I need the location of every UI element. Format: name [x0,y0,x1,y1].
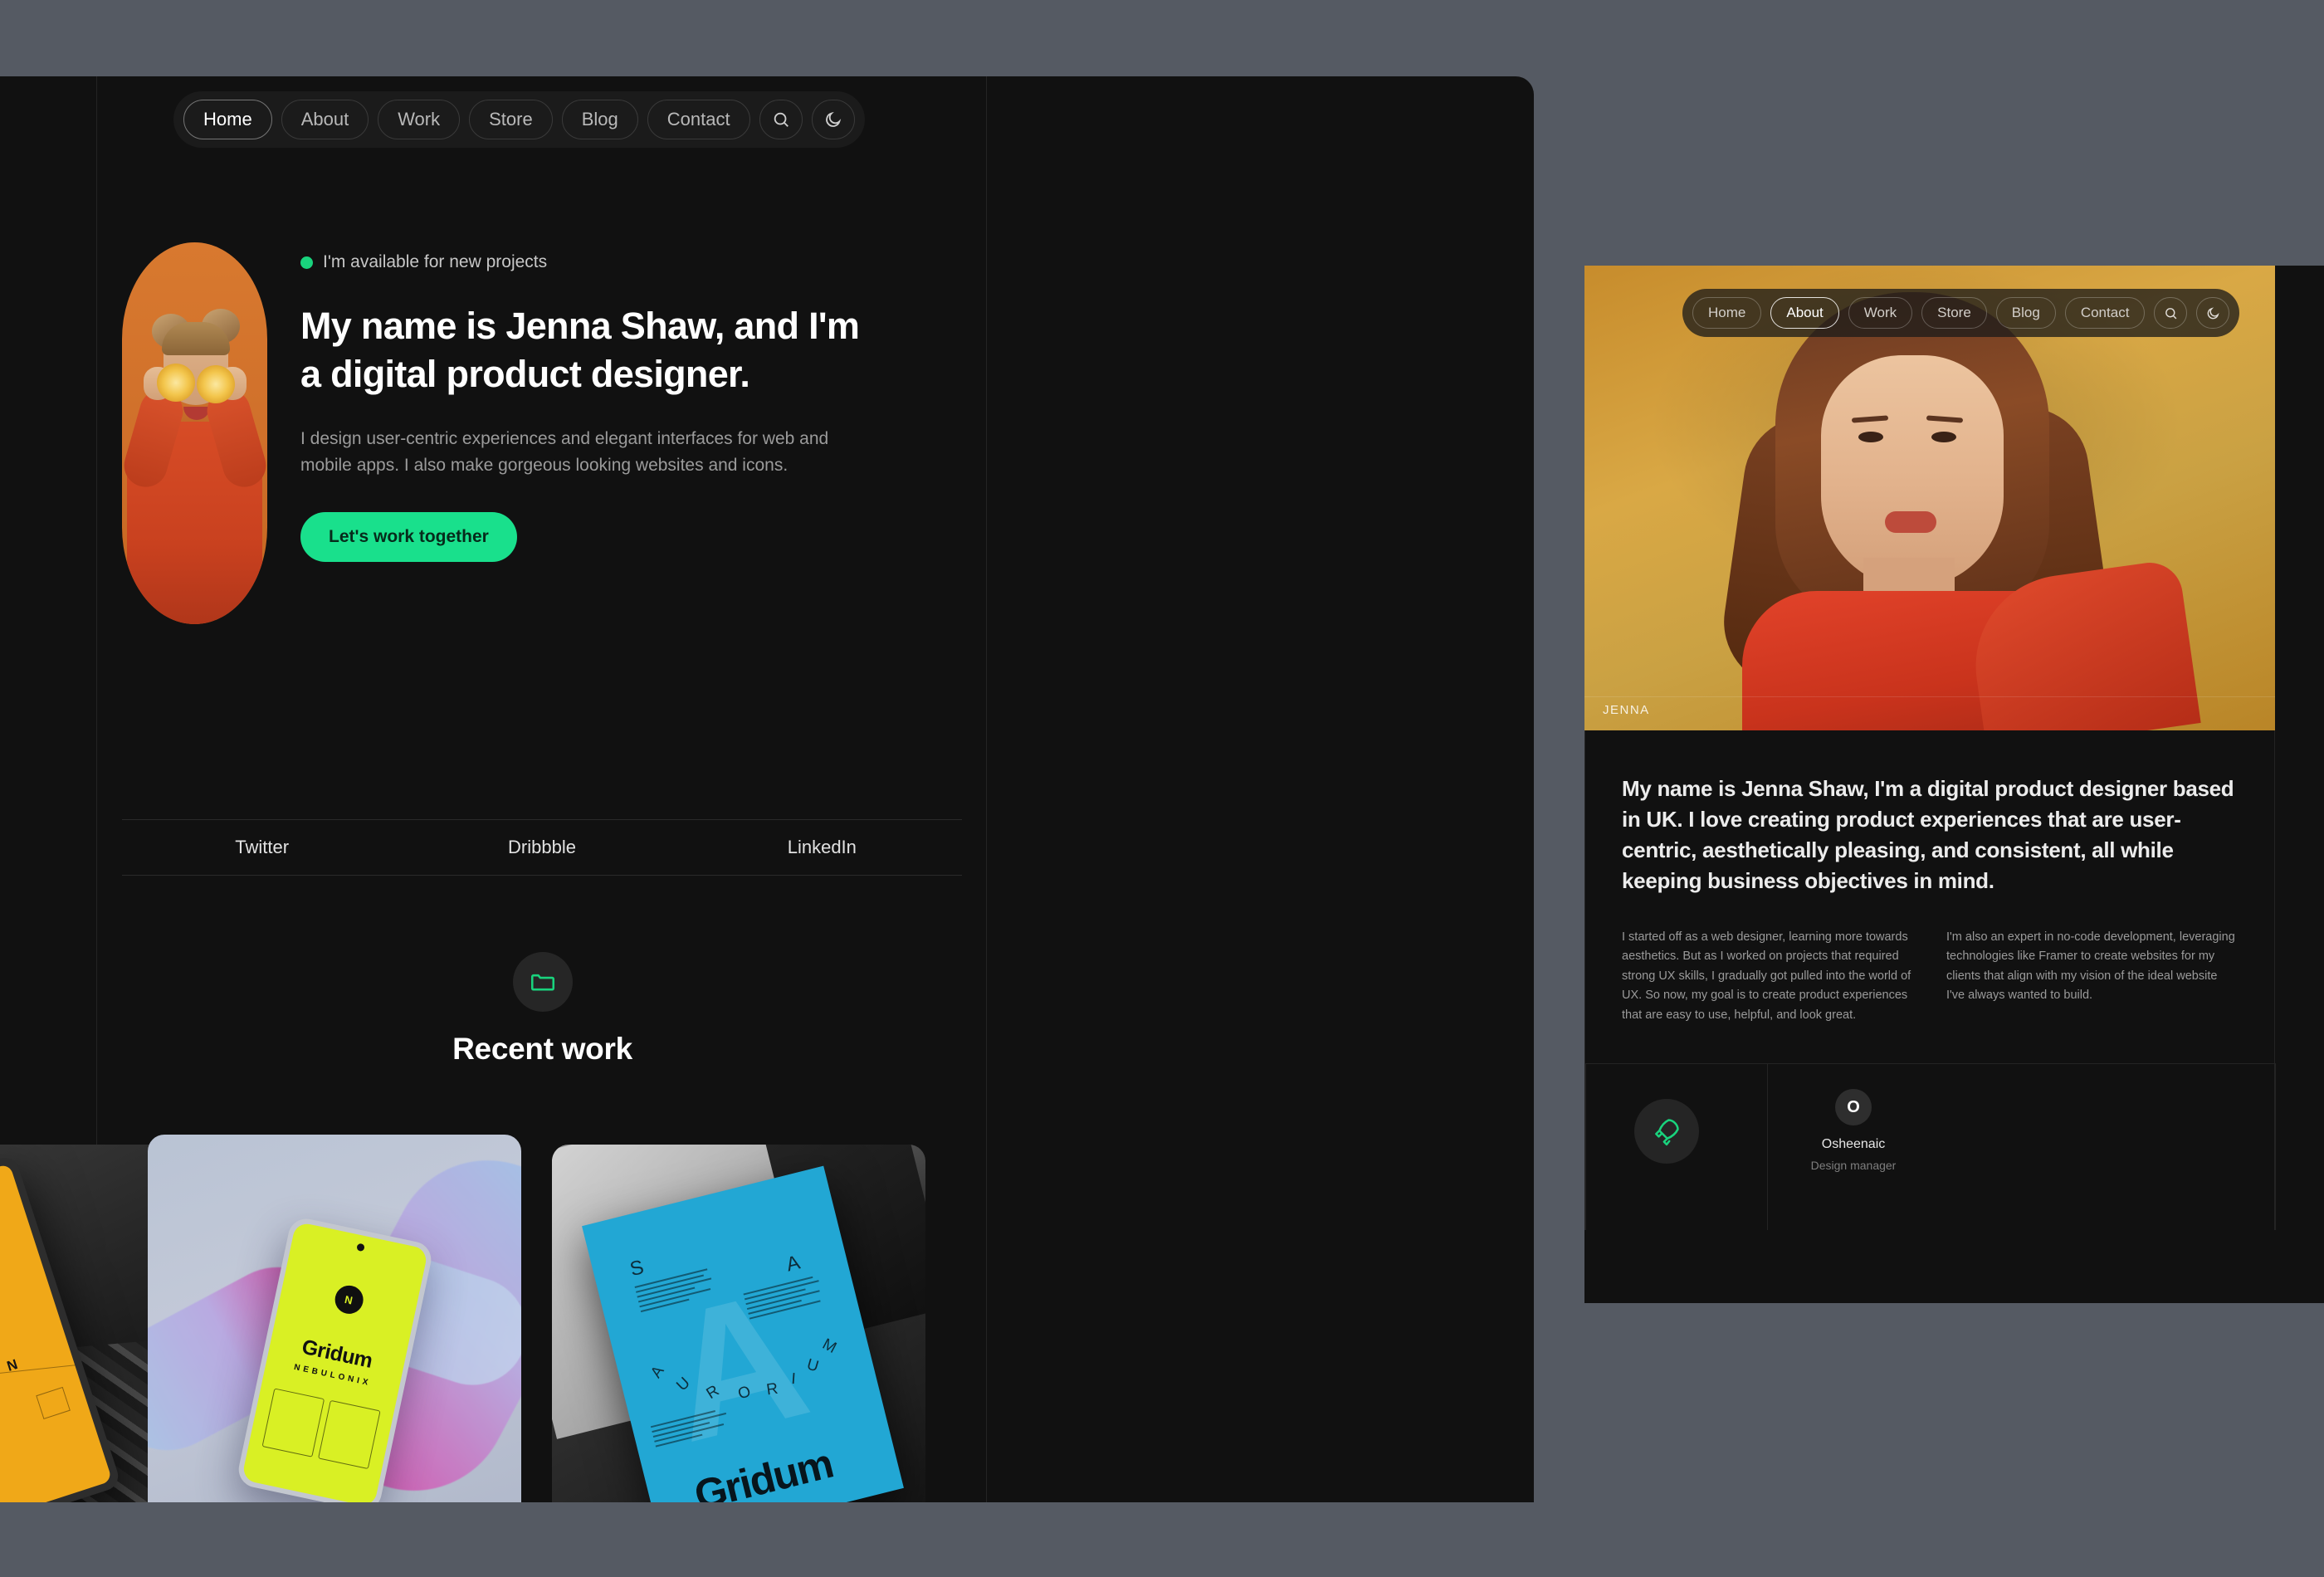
rocket-icon [1634,1099,1699,1164]
about-page: JENNA Home About Work Store Blog Contact [1584,266,2324,1303]
nav-item-blog[interactable]: Blog [561,100,638,139]
hero-description: I design user-centric experiences and el… [300,429,829,476]
about-nav-item-work[interactable]: Work [1848,297,1913,329]
social-link-twitter[interactable]: Twitter [122,820,402,875]
social-links: Twitter Dribbble LinkedIn [122,819,962,876]
poster-mark-s: S [627,1256,647,1282]
about-search-icon[interactable] [2154,297,2188,329]
about-columns: I started off as a web designer, learnin… [1585,896,2274,1063]
about-navigation[interactable]: Home About Work Store Blog Contact [1682,289,2240,337]
nav-item-store[interactable]: Store [469,100,553,139]
about-column-right: I'm also an expert in no-code developmen… [1946,930,2235,1003]
availability-badge: I'm available for new projects [300,252,960,272]
about-nav-item-about[interactable]: About [1770,297,1839,329]
browser-window-about[interactable]: JENNA Home About Work Store Blog Contact [1584,266,2324,1303]
recent-work-header: Recent work [97,952,988,1067]
about-nav-item-contact[interactable]: Contact [2064,297,2146,329]
desktop-background: Home About Work Store Blog Contact I'm a… [0,0,2324,1577]
about-column-left: I started off as a web designer, learnin… [1622,930,1911,1022]
about-body: My name is Jenna Shaw, I'm a digital pro… [1584,730,2276,1231]
page-title: My name is Jenna Shaw, and I'm a digital… [300,305,860,395]
social-link-linkedin[interactable]: LinkedIn [682,820,962,875]
project-badge-nebulonix: N [331,1282,366,1316]
poster-mark-a: A [784,1251,803,1277]
about-nav-item-blog[interactable]: Blog [1995,297,2056,329]
avatar: O [1835,1089,1872,1126]
nav-item-work[interactable]: Work [378,100,461,139]
lets-work-together-button[interactable]: Let's work together [300,512,517,562]
hero-section: I'm available for new projects My name i… [122,242,960,624]
about-nav-item-store[interactable]: Store [1921,297,1987,329]
home-content-column: Home About Work Store Blog Contact I'm a… [0,76,988,1502]
project-card-stellarion[interactable]: Gridum STELLARION [0,1145,168,1502]
nav-item-contact[interactable]: Contact [647,100,750,139]
about-hero-photo: JENNA Home About Work Store Blog Contact [1584,266,2275,730]
availability-text: I'm available for new projects [323,252,548,271]
status-dot-icon [300,256,313,269]
about-lead-paragraph: My name is Jenna Shaw, I'm a digital pro… [1622,776,2234,893]
profile-photo [122,242,267,624]
about-moon-icon[interactable] [2196,297,2230,329]
moon-icon[interactable] [811,100,855,139]
project-card-list: Gridum STELLARION N [0,1135,1288,1502]
main-navigation[interactable]: Home About Work Store Blog Contact [173,91,865,148]
search-icon[interactable] [759,100,803,139]
about-footer: O Osheenaic Design manager [1585,1064,2276,1231]
recent-work-title: Recent work [452,1032,632,1066]
nav-item-about[interactable]: About [281,100,369,139]
browser-window-home[interactable]: Home About Work Store Blog Contact I'm a… [0,76,1534,1502]
social-link-dribbble[interactable]: Dribbble [402,820,681,875]
folder-icon [512,952,573,1012]
home-page: Home About Work Store Blog Contact I'm a… [0,76,1534,1502]
about-nav-item-home[interactable]: Home [1692,297,1762,329]
nav-item-home[interactable]: Home [183,100,272,139]
person-name: Osheenaic [1821,1137,1886,1152]
photo-caption: JENNA [1603,703,1650,717]
project-card-nebulonix[interactable]: N Gridum NEBULONIX [148,1135,521,1502]
person-role: Design manager [1810,1159,1897,1173]
project-card-aurorium[interactable]: A S A A U R O R I U M Gridum [552,1145,925,1502]
person-card[interactable]: O Osheenaic Design manager [1804,1089,1903,1172]
